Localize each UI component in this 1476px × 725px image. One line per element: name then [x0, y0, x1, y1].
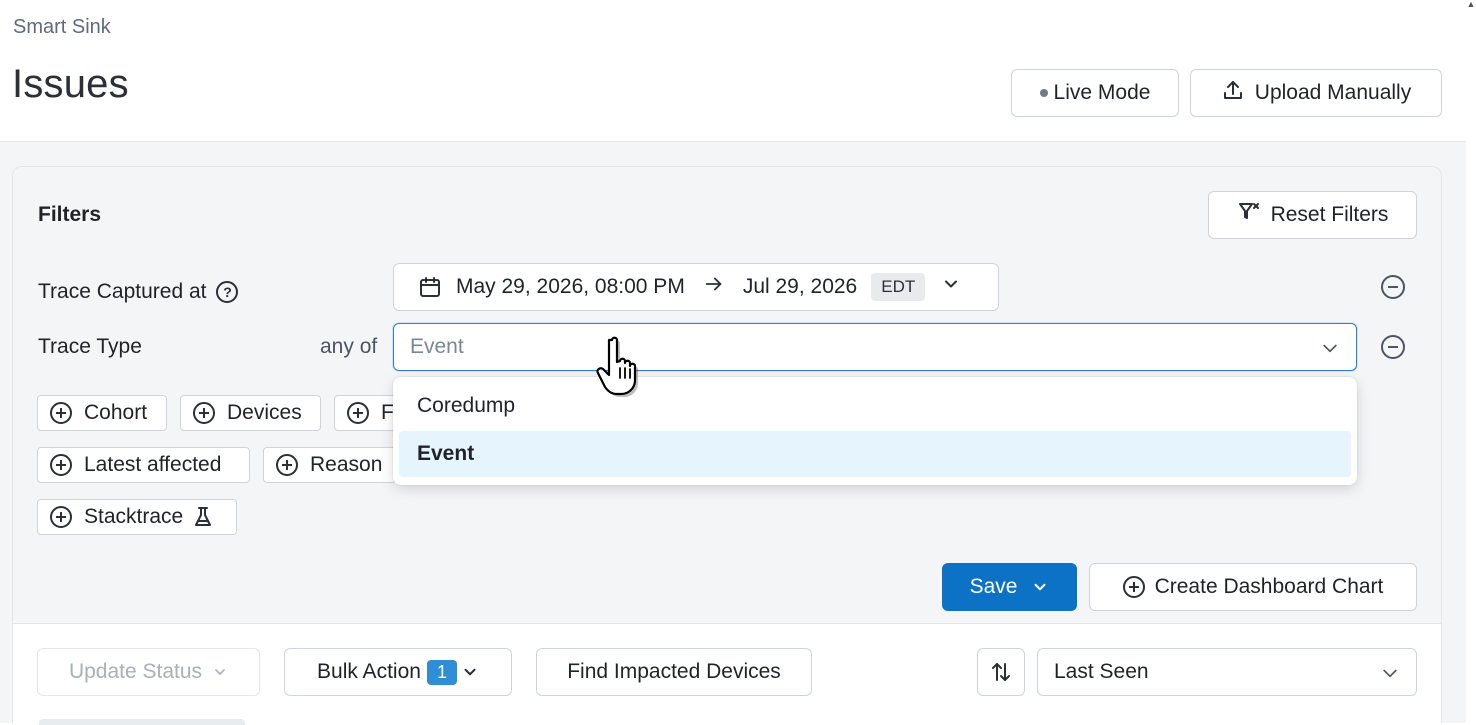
trace-type-placeholder: Event	[410, 335, 464, 358]
operator-label: any of	[320, 335, 378, 358]
chip-label: Cohort	[84, 401, 148, 424]
trace-type-dropdown: Coredump Event	[393, 377, 1357, 485]
upload-manually-label: Upload Manually	[1254, 81, 1412, 104]
save-label: Save	[969, 575, 1018, 598]
timezone-badge: EDT	[871, 273, 926, 301]
find-impacted-devices-button[interactable]: Find Impacted Devices	[536, 648, 812, 696]
scroll-up-icon[interactable]: ▲	[1466, 0, 1476, 9]
live-status-dot-icon	[1039, 89, 1048, 97]
breadcrumb[interactable]: Smart Sink	[13, 16, 111, 39]
chip-label: Latest affected	[84, 453, 222, 476]
live-mode-label: Live Mode	[1053, 81, 1151, 104]
add-filter-partial-button[interactable]: F	[334, 395, 396, 431]
remove-filter-minus-icon[interactable]	[1381, 275, 1405, 299]
trace-type-select[interactable]: Event	[393, 323, 1357, 371]
plus-circle-icon	[50, 402, 72, 424]
table-header-stub	[39, 719, 245, 725]
arrow-right-icon	[703, 273, 725, 301]
chevron-down-icon	[1031, 578, 1049, 596]
sort-arrows-icon	[989, 660, 1013, 684]
filter-x-icon	[1237, 200, 1261, 230]
remove-filter-minus-icon[interactable]	[1381, 335, 1405, 359]
date-range-start[interactable]: May 29, 2026, 08:00 PM	[456, 275, 685, 299]
trace-type-label: Trace Type	[38, 335, 142, 358]
plus-circle-icon	[347, 402, 369, 424]
reset-filters-label: Reset Filters	[1270, 203, 1389, 226]
chevron-down-icon	[1380, 663, 1400, 683]
chip-label: Devices	[227, 401, 302, 424]
chip-label: Reason	[310, 453, 383, 476]
create-chart-label: Create Dashboard Chart	[1154, 575, 1384, 598]
live-mode-button[interactable]: Live Mode	[1011, 69, 1179, 117]
page-title: Issues	[12, 62, 129, 106]
sort-by-select[interactable]: Last Seen	[1037, 648, 1417, 696]
add-filter-devices-button[interactable]: Devices	[180, 395, 321, 431]
add-filter-cohort-button[interactable]: Cohort	[37, 395, 167, 431]
sort-direction-button[interactable]	[977, 648, 1025, 696]
dropdown-option-coredump[interactable]: Coredump	[399, 383, 1351, 429]
plus-circle-icon	[193, 402, 215, 424]
selected-count-badge: 1	[426, 659, 457, 685]
plus-circle-icon	[50, 506, 72, 528]
hand-pointer-cursor-icon	[592, 334, 648, 403]
calendar-icon	[418, 275, 442, 299]
add-filter-reason-button[interactable]: Reason	[263, 447, 396, 483]
add-filter-stacktrace-button[interactable]: Stacktrace	[37, 499, 237, 535]
filters-title: Filters	[38, 203, 102, 226]
help-circle-icon[interactable]: ?	[216, 281, 239, 303]
upload-icon	[1221, 78, 1245, 108]
find-devices-label: Find Impacted Devices	[567, 660, 781, 683]
chip-label: Stacktrace	[84, 505, 184, 528]
reset-filters-button[interactable]: Reset Filters	[1208, 191, 1417, 239]
scrollbar[interactable]	[1466, 0, 1476, 723]
plus-circle-icon	[50, 454, 72, 476]
create-dashboard-chart-button[interactable]: Create Dashboard Chart	[1089, 563, 1417, 611]
chevron-down-icon	[461, 663, 479, 681]
date-range-picker[interactable]: May 29, 2026, 08:00 PM Jul 29, 2026 EDT	[393, 263, 999, 311]
chevron-down-icon	[212, 664, 228, 680]
chevron-down-icon[interactable]	[1320, 338, 1340, 364]
plus-circle-icon	[276, 454, 298, 476]
update-status-label: Update Status	[68, 660, 203, 683]
chip-label: F	[381, 401, 394, 424]
trace-captured-label: Trace Captured at	[38, 280, 207, 303]
upload-manually-button[interactable]: Upload Manually	[1190, 69, 1442, 117]
chevron-down-icon[interactable]	[941, 274, 961, 300]
trace-captured-row-label: Trace Captured at ?	[38, 280, 239, 304]
beaker-icon	[193, 506, 213, 528]
save-button[interactable]: Save	[942, 563, 1077, 611]
add-filter-latest-affected-button[interactable]: Latest affected	[37, 447, 250, 483]
bulk-action-button[interactable]: Bulk Action 1	[284, 648, 512, 696]
dropdown-option-event[interactable]: Event	[399, 431, 1351, 477]
update-status-button[interactable]: Update Status	[37, 648, 260, 696]
plus-circle-icon	[1122, 576, 1145, 598]
sort-by-value: Last Seen	[1054, 660, 1149, 683]
bulk-action-label: Bulk Action	[317, 660, 421, 683]
date-range-end[interactable]: Jul 29, 2026	[743, 275, 857, 299]
